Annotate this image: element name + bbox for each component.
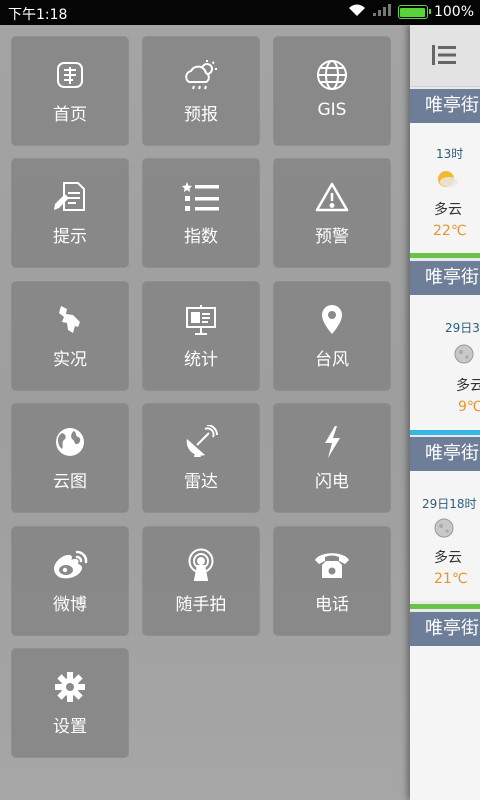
- tile-label: 提示: [53, 227, 87, 247]
- moon-icon: [432, 517, 458, 543]
- tile-settings[interactable]: 设置: [11, 648, 129, 758]
- tips-icon: [11, 180, 129, 216]
- tile-label: 指数: [184, 227, 218, 247]
- tile-label: 微博: [53, 595, 87, 615]
- forecast-time: 29日3: [445, 321, 480, 335]
- weather-card[interactable]: 13时 多云 22℃: [410, 123, 480, 253]
- panel-toolbar: [410, 25, 480, 87]
- forecast-icon: [142, 58, 260, 94]
- section-header: 唯亭街: [410, 612, 480, 646]
- section-header: 唯亭街: [410, 437, 480, 471]
- tile-label: 预报: [184, 105, 218, 125]
- forecast-time: 13时: [436, 147, 464, 161]
- temperature: 22℃: [433, 223, 467, 239]
- divider-bar: [410, 253, 480, 258]
- tile-forecast[interactable]: 预报: [142, 36, 260, 146]
- forecast-time: 29日18时: [422, 497, 477, 511]
- tile-label: 统计: [184, 350, 218, 370]
- signal-icon: [372, 3, 392, 21]
- tile-weibo[interactable]: 微博: [11, 526, 129, 636]
- weibo-icon: [11, 548, 129, 584]
- tile-label: 设置: [53, 717, 87, 737]
- radar-dish-icon: [142, 425, 260, 461]
- tile-index[interactable]: 指数: [142, 158, 260, 268]
- statistics-icon: [142, 303, 260, 339]
- temperature: 21℃: [434, 571, 468, 587]
- tile-snapshot[interactable]: 随手拍: [142, 526, 260, 636]
- weather-card[interactable]: 29日3 多云 9℃: [410, 295, 480, 433]
- weather-text: 多云: [434, 550, 462, 566]
- weather-card[interactable]: [410, 646, 480, 800]
- telephone-icon: [273, 548, 391, 584]
- weather-panel[interactable]: 唯亭街 13时 多云 22℃ 唯亭街 29日3 多云 9℃ 唯亭街 29日18时: [410, 25, 480, 800]
- tile-label: 首页: [53, 105, 87, 125]
- battery-fill: [400, 7, 426, 17]
- status-time: 下午1:18: [8, 7, 68, 23]
- tile-label: 闪电: [315, 472, 349, 492]
- globe-icon: [273, 58, 391, 94]
- section-header: 唯亭街: [410, 261, 480, 295]
- tile-warning[interactable]: 预警: [273, 158, 391, 268]
- weather-card[interactable]: 29日18时 多云 21℃: [410, 471, 480, 601]
- temperature: 9℃: [458, 399, 480, 415]
- tile-label: 台风: [315, 350, 349, 370]
- tile-tips[interactable]: 提示: [11, 158, 129, 268]
- tile-label: 预警: [315, 227, 349, 247]
- tile-label: 实况: [53, 350, 87, 370]
- tile-typhoon[interactable]: 台风: [273, 281, 391, 391]
- tile-statistics[interactable]: 统计: [142, 281, 260, 391]
- broadcast-icon: [142, 548, 260, 584]
- wifi-icon: [348, 3, 366, 21]
- divider-bar: [410, 430, 480, 435]
- weather-text: 多云: [434, 202, 462, 218]
- home-icon: [11, 58, 129, 94]
- earth-icon: [11, 425, 129, 461]
- section-header: 唯亭街: [410, 89, 480, 123]
- battery-percent: 100%: [433, 4, 474, 20]
- moon-icon: [452, 343, 478, 369]
- warning-icon: [273, 180, 391, 216]
- location-pin-icon: [273, 303, 391, 339]
- tile-gis[interactable]: GIS: [273, 36, 391, 146]
- main-menu: 首页 预报 GIS 提示 指数 预警 实况 统计 台风 云图 雷达 闪电 微博 …: [0, 25, 410, 800]
- gear-icon: [11, 670, 129, 706]
- tile-radar[interactable]: 雷达: [142, 403, 260, 513]
- menu-toggle-icon[interactable]: [430, 43, 458, 71]
- tile-label: 雷达: [184, 472, 218, 492]
- weather-text: 多云: [456, 378, 480, 394]
- lightning-icon: [273, 425, 391, 461]
- tile-phone[interactable]: 电话: [273, 526, 391, 636]
- live-icon: [11, 303, 129, 339]
- tile-cloud-image[interactable]: 云图: [11, 403, 129, 513]
- battery-icon: [397, 5, 431, 19]
- tile-label: GIS: [317, 100, 347, 120]
- tile-lightning[interactable]: 闪电: [273, 403, 391, 513]
- list-icon: [142, 180, 260, 216]
- tile-label: 云图: [53, 472, 87, 492]
- divider-bar: [410, 604, 480, 609]
- tile-label: 随手拍: [175, 595, 227, 615]
- sun-cloud-icon: [434, 169, 460, 193]
- tile-home[interactable]: 首页: [11, 36, 129, 146]
- status-bar: 下午1:18 100%: [0, 0, 480, 25]
- tile-label: 电话: [315, 595, 349, 615]
- tile-live[interactable]: 实况: [11, 281, 129, 391]
